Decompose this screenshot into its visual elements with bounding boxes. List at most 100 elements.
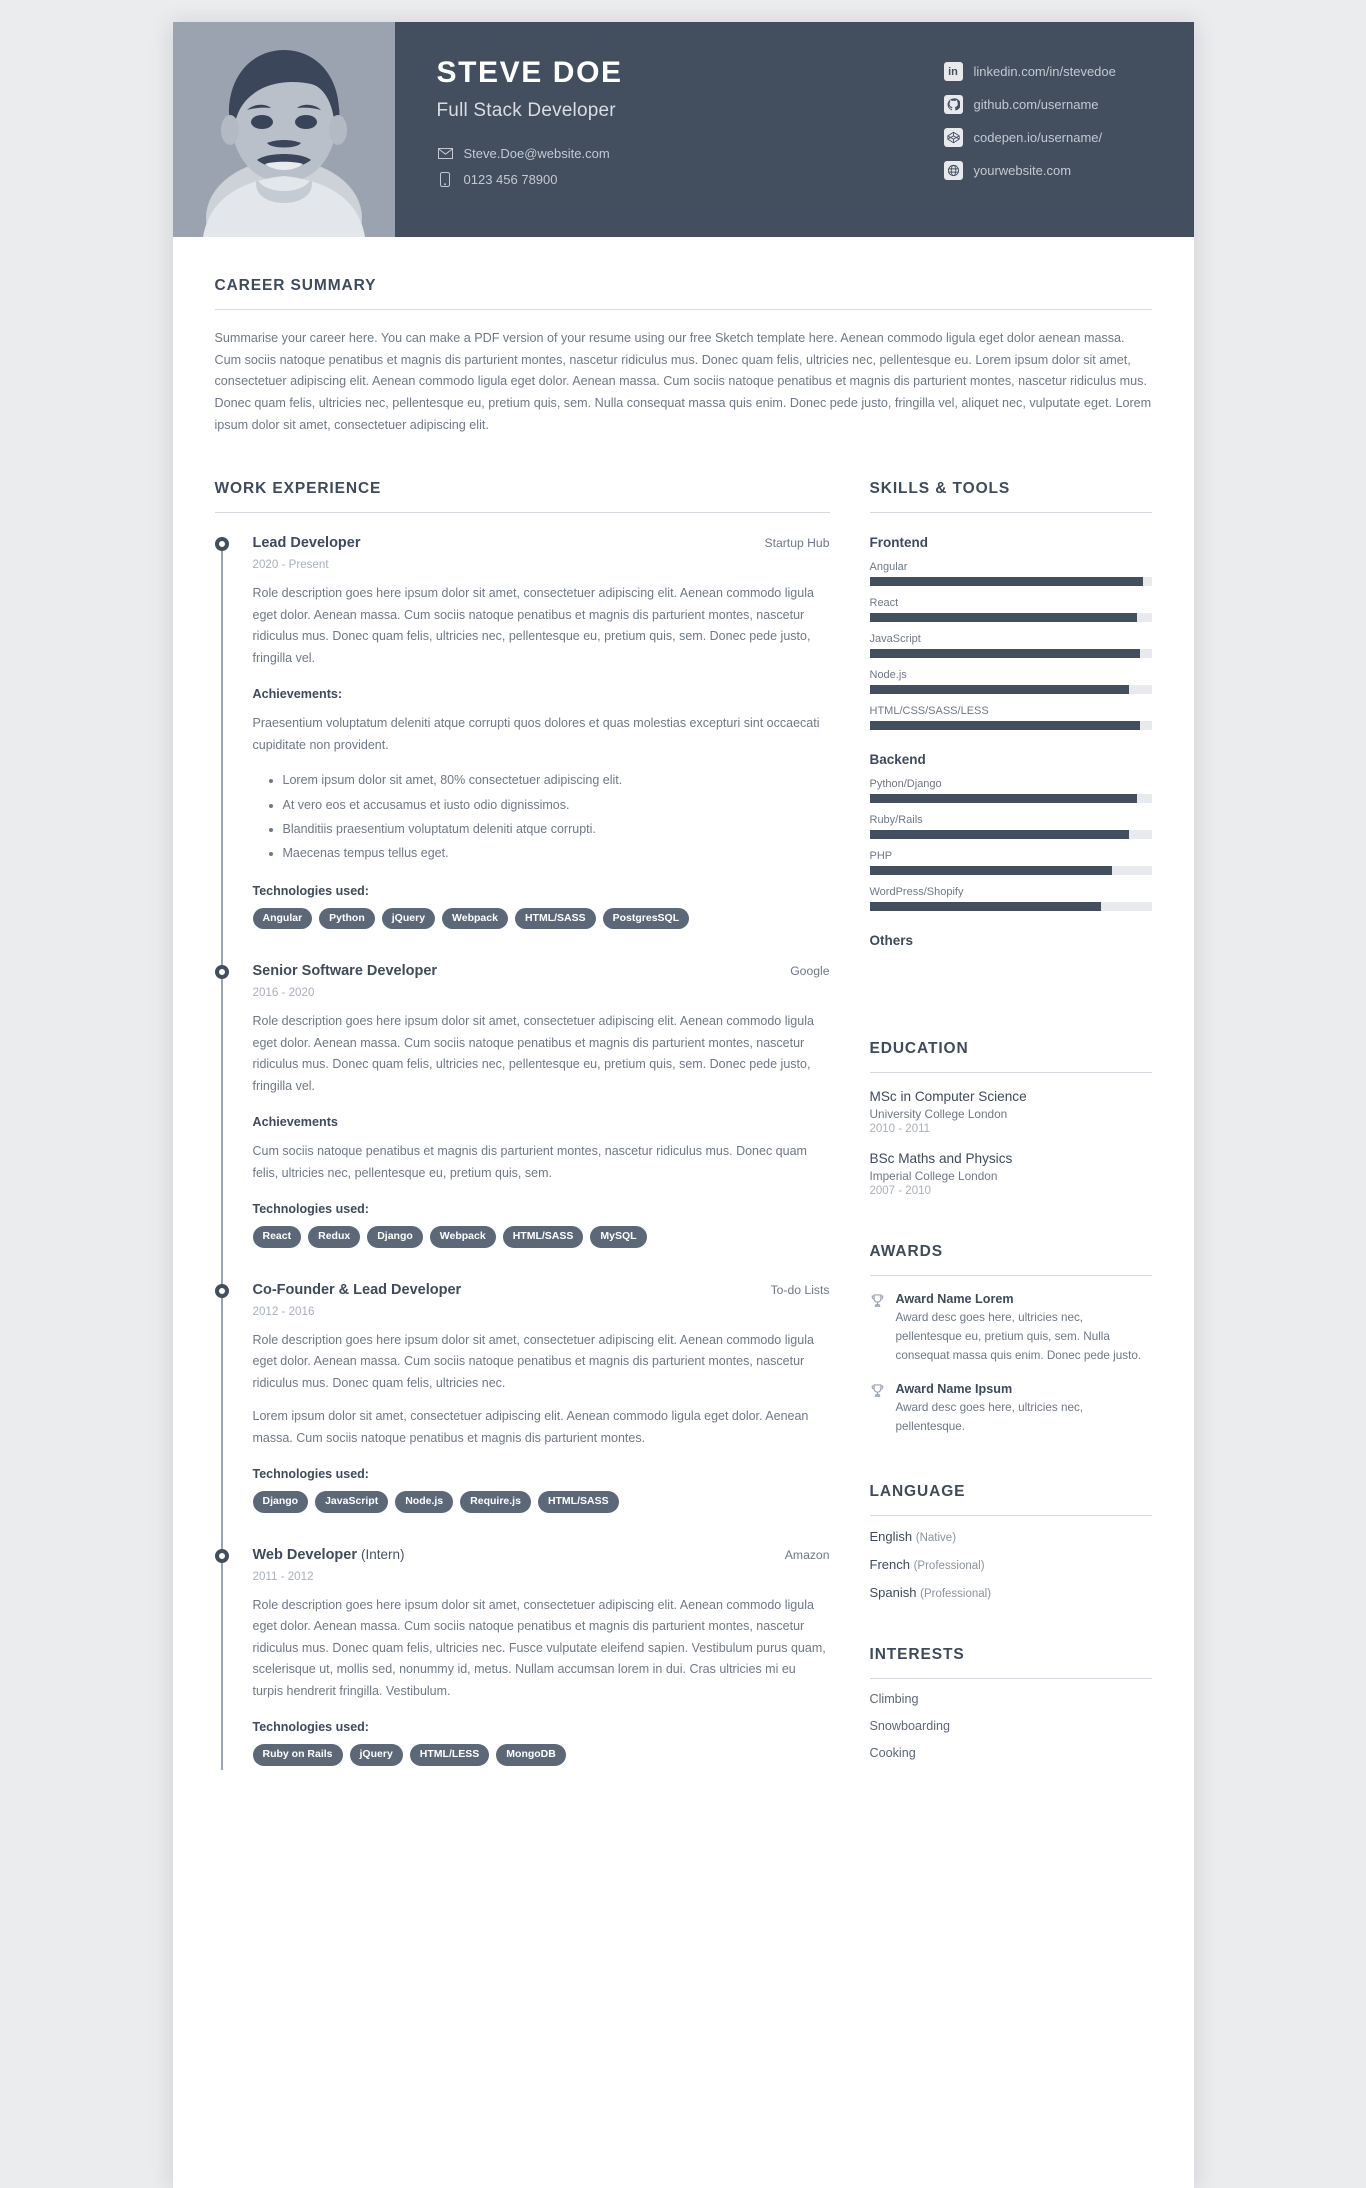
job-title-text: Web Developer (252, 1546, 358, 1563)
skill-bar-fill (869, 685, 1129, 695)
timeline-spine (220, 542, 223, 972)
globe-icon (943, 161, 963, 180)
divider (214, 309, 1152, 310)
skill-bar-fill (869, 830, 1129, 840)
job-header: Senior Software Developer Google (253, 963, 830, 979)
award-description: Award desc goes here, ultricies nec, pel… (895, 1401, 1084, 1434)
tech-tag: Node.js (395, 1491, 454, 1513)
contact-phone[interactable]: 0123 456 78900 (437, 171, 623, 188)
skill-bar-fill (869, 613, 1138, 623)
interest-item: Climbing (869, 1692, 919, 1707)
trophy-icon (870, 1292, 888, 1366)
skill-name: Ruby/Rails (869, 814, 923, 827)
job-title-suffix: (Intern) (361, 1546, 405, 1562)
education-heading: EDUCATION (869, 1040, 969, 1058)
language-level: (Professional) (920, 1588, 992, 1601)
link-codepen[interactable]: codepen.io/username/ (943, 128, 1154, 147)
contact-email[interactable]: Steve.Doe@website.com (437, 145, 623, 162)
tech-tag: Webpack (442, 907, 508, 930)
skill-group-frontend: Frontend (869, 535, 929, 551)
full-name: STEVE DOE (436, 56, 623, 89)
link-github[interactable]: github.com/username (943, 95, 1154, 114)
language-name: English (869, 1529, 913, 1545)
divider (869, 1275, 1152, 1277)
resume-page: STEVE DOE Full Stack Developer Steve.Doe… (172, 22, 1194, 2188)
tech-tag: MongoDB (496, 1744, 566, 1766)
skill-bar (869, 830, 1152, 840)
link-linkedin[interactable]: in linkedin.com/in/stevedoe (943, 62, 1154, 81)
award-name: Award Name Lorem (895, 1292, 1014, 1307)
work-experience-section: WORK EXPERIENCE Lead Developer Startup H… (214, 480, 830, 1770)
career-summary-section: CAREER SUMMARY Summarise your career her… (214, 277, 1152, 436)
skill-name: Node.js (869, 669, 907, 682)
award-item: Award Name Lorem Award desc goes here, u… (870, 1292, 1152, 1366)
tech-tag: MySQL (590, 1226, 647, 1248)
technologies-label: Technologies used: (252, 883, 369, 898)
interest-item: Snowboarding (869, 1719, 951, 1734)
award-description: Award desc goes here, ultricies nec, pel… (895, 1311, 1142, 1363)
job-title: Lead Developer (253, 535, 361, 551)
skill-row: Ruby/Rails (869, 814, 1152, 840)
job-dates: 2012 - 2016 (252, 1304, 315, 1318)
contact-phone-text: 0123 456 78900 (463, 172, 558, 187)
skills-section: SKILLS & TOOLS Frontend Angular React Ja… (869, 480, 1152, 949)
education-degree: MSc in Computer Science (869, 1089, 1027, 1105)
education-item: BSc Maths and Physics Imperial College L… (870, 1151, 1152, 1197)
skill-group-backend: Backend (869, 752, 926, 768)
skill-name: Angular (869, 561, 908, 574)
link-website-text: yourwebsite.com (973, 163, 1072, 178)
resume-body: CAREER SUMMARY Summarise your career her… (173, 237, 1194, 1830)
education-school: University College London (869, 1107, 1008, 1122)
job-title-text: Senior Software Developer (252, 963, 438, 980)
achievements-text: Praesentium voluptatum deleniti atque co… (252, 716, 820, 752)
job-header: Lead Developer Startup Hub (253, 535, 830, 551)
job-description: Role description goes here ipsum dolor s… (252, 1014, 814, 1093)
award-item: Award Name Ipsum Award desc goes here, u… (870, 1382, 1152, 1437)
skill-bar (869, 685, 1152, 695)
achievements-label: Achievements: (252, 687, 343, 702)
codepen-icon (943, 128, 963, 147)
technology-tags: React Redux Django Webpack HTML/SASS MyS… (252, 1226, 830, 1248)
job-entry: Lead Developer Startup Hub 2020 - Presen… (214, 535, 830, 972)
link-website[interactable]: yourwebsite.com (943, 161, 1154, 180)
tech-tag: HTML/LESS (409, 1744, 490, 1766)
tech-tag: Redux (308, 1226, 361, 1248)
skill-row: PHP (869, 850, 1152, 876)
tech-tag: HTML/SASS (502, 1226, 584, 1248)
skill-bar (869, 902, 1152, 912)
skill-bar (869, 649, 1152, 659)
career-summary-text: Summarise your career here. You can make… (214, 331, 1152, 432)
page-background: STEVE DOE Full Stack Developer Steve.Doe… (0, 0, 1366, 2188)
skill-bar-fill (869, 902, 1101, 912)
job-entry: Web Developer (Intern) Amazon 2011 - 201… (214, 1546, 830, 1770)
language-name: French (869, 1557, 910, 1573)
education-degree: BSc Maths and Physics (869, 1151, 1013, 1167)
tech-tag: jQuery (349, 1744, 403, 1766)
job-title-text: Lead Developer (252, 535, 361, 552)
resume-header: STEVE DOE Full Stack Developer Steve.Doe… (172, 22, 1194, 237)
technology-tags: Ruby on Rails jQuery HTML/LESS MongoDB (252, 1744, 830, 1766)
skill-group-others: Others (869, 933, 914, 949)
skill-bar-fill (869, 577, 1144, 587)
skill-bar-fill (869, 721, 1141, 731)
phone-icon (437, 171, 454, 188)
timeline-spine (220, 970, 223, 1290)
language-name: Spanish (869, 1585, 917, 1601)
language-level: (Native) (915, 1532, 957, 1545)
two-column-area: WORK EXPERIENCE Lead Developer Startup H… (214, 480, 1152, 1770)
job-entry: Senior Software Developer Google 2016 - … (214, 963, 830, 1290)
list-item: At vero eos et accusamus et iusto odio d… (283, 793, 830, 817)
education-item: MSc in Computer Science University Colle… (870, 1089, 1152, 1135)
job-title: Senior Software Developer (253, 963, 438, 979)
skill-bar (869, 794, 1152, 804)
achievements-label: Achievements (252, 1115, 338, 1130)
tech-tag: PostgresSQL (602, 907, 690, 930)
skill-name: React (869, 597, 899, 610)
skill-row: Angular (869, 561, 1152, 587)
education-years: 2007 - 2010 (869, 1185, 931, 1198)
envelope-icon (437, 145, 454, 162)
divider (214, 512, 830, 514)
tech-tag: Django (367, 1226, 423, 1248)
link-codepen-text: codepen.io/username/ (973, 130, 1103, 145)
technologies-label: Technologies used: (252, 1467, 369, 1482)
